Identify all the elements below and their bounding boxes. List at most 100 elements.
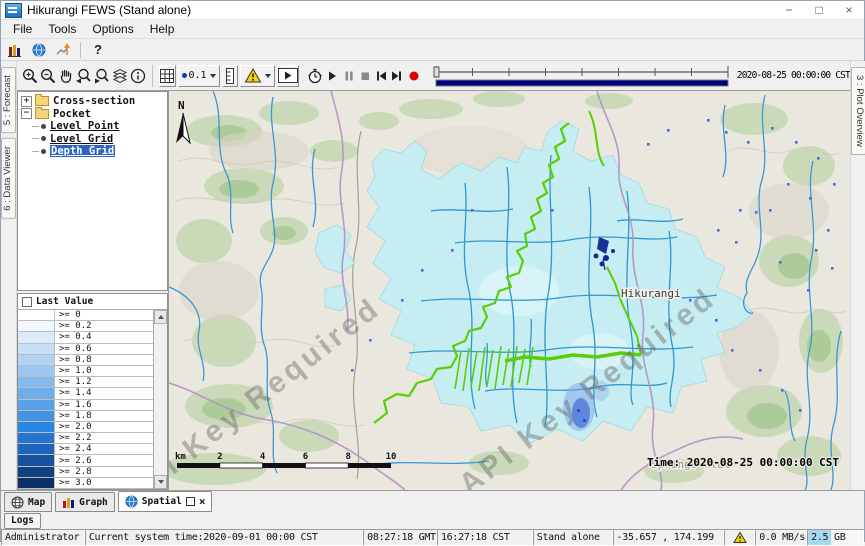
status-warning-cell[interactable] [724, 529, 755, 546]
status-bar: Administrator Current system time:2020-0… [1, 529, 864, 546]
window-title: Hikurangi FEWS (Stand alone) [27, 3, 191, 17]
grid-display-button[interactable] [159, 65, 176, 87]
close-button[interactable]: × [834, 1, 864, 19]
menu-file[interactable]: File [5, 22, 40, 36]
scale-tick: 4 [260, 452, 266, 462]
animation-button[interactable] [277, 65, 299, 87]
map-toolbar: 0.1 [17, 61, 850, 91]
bottom-tab-bar: Map Graph Spatial [1, 490, 864, 512]
tab-data-viewer[interactable]: 6 : Data Viewer [1, 138, 16, 219]
legend-row-label: >= 0 [55, 310, 81, 320]
legend-row: >= 2.2 [18, 433, 154, 444]
title-bar: Hikurangi FEWS (Stand alone) − □ × [1, 1, 864, 20]
logs-row: Logs [1, 512, 864, 529]
tab-close-icon[interactable] [199, 497, 206, 507]
legend-header: Last Value [18, 294, 167, 309]
legend-row-label: >= 2.4 [55, 444, 92, 454]
last-value-checkbox[interactable] [22, 297, 32, 307]
tab-spatial[interactable]: Spatial [118, 491, 213, 512]
legend-swatch [18, 400, 55, 410]
tab-map[interactable]: Map [4, 492, 52, 512]
graph-bars-icon [62, 496, 75, 509]
bullet-icon [41, 149, 46, 154]
expand-icon[interactable] [21, 96, 32, 107]
zoom-next-icon[interactable] [93, 64, 111, 88]
zoom-out-icon[interactable] [39, 64, 57, 88]
tree-item-depth-grid[interactable]: Depth Grid [18, 145, 167, 158]
logs-button[interactable]: Logs [4, 513, 41, 529]
map-globe-icon [11, 496, 24, 509]
tab-forecast[interactable]: 5 : Forecast [1, 67, 16, 133]
layers-icon[interactable] [111, 64, 129, 88]
pause-icon[interactable] [341, 64, 357, 88]
legend-row-label: >= 1.8 [55, 411, 92, 421]
left-tab-strip: 5 : Forecast 6 : Data Viewer [1, 61, 17, 490]
town-label: Hikurangi [621, 287, 681, 300]
legend-title: Last Value [36, 296, 93, 307]
tab-graph[interactable]: Graph [55, 492, 115, 512]
help-icon[interactable]: ? [86, 40, 110, 60]
tree-item-label: Level Grid [50, 133, 113, 145]
menu-options[interactable]: Options [84, 22, 141, 36]
tab-restore-icon[interactable] [186, 497, 195, 506]
map-viewport[interactable]: API Key Required API Key Required Hikura… [169, 91, 850, 490]
status-download-speed: 0.0 MB/s [755, 529, 807, 546]
record-icon[interactable] [406, 64, 422, 88]
tree-item-level-point[interactable]: Level Point [18, 120, 167, 133]
maximize-button[interactable]: □ [804, 1, 834, 19]
status-gmt-time: 08:27:18 GMT [363, 529, 437, 546]
status-mode: Stand alone [533, 529, 613, 546]
legend-ruler-button[interactable] [222, 65, 239, 87]
scale-tick: 6 [303, 452, 308, 462]
scroll-down-icon[interactable] [154, 475, 167, 489]
folder-icon [35, 96, 49, 106]
spatial-globe-icon [125, 495, 138, 508]
legend-swatch [18, 332, 55, 342]
legend-scrollbar[interactable] [153, 310, 167, 489]
tab-plot-overview[interactable]: 3 : Plot Overview [851, 67, 865, 155]
legend-row: >= 1.2 [18, 377, 154, 388]
chart-export-icon[interactable] [51, 40, 75, 60]
left-panel: Cross-section Pocket Level Point [17, 91, 169, 490]
legend-swatch [18, 455, 55, 465]
time-slider[interactable] [432, 63, 732, 89]
tree-item-pocket[interactable]: Pocket [18, 108, 167, 121]
legend-swatch [18, 444, 55, 454]
skip-to-end-icon[interactable] [389, 64, 405, 88]
contour-interval-dropdown[interactable]: 0.1 [178, 65, 220, 87]
menu-bar: File Tools Options Help [1, 20, 864, 39]
play-icon[interactable] [324, 64, 340, 88]
legend-row: >= 0.2 [18, 321, 154, 332]
warning-dropdown[interactable] [240, 65, 275, 87]
legend-swatch [18, 321, 55, 331]
right-tab-strip: 3 : Plot Overview [850, 61, 865, 490]
tree-connector [32, 138, 39, 139]
tree-item-cross-section[interactable]: Cross-section [18, 95, 167, 108]
menu-help[interactable]: Help [142, 22, 183, 36]
timer-icon[interactable] [306, 64, 324, 88]
scale-unit: km [175, 452, 186, 462]
zoom-in-icon[interactable] [21, 64, 39, 88]
legend-row: >= 0.4 [18, 332, 154, 343]
globe-icon[interactable] [27, 40, 51, 60]
database-icon[interactable] [3, 40, 27, 60]
legend-swatch [18, 433, 55, 443]
stop-icon[interactable] [357, 64, 373, 88]
info-icon[interactable] [129, 64, 147, 88]
scroll-up-icon[interactable] [154, 310, 167, 324]
skip-to-start-icon[interactable] [373, 64, 389, 88]
legend-row: >= 1.4 [18, 388, 154, 399]
menu-tools[interactable]: Tools [40, 22, 84, 36]
legend-row-label: >= 2.6 [55, 455, 92, 465]
interval-value: 0.1 [189, 70, 207, 81]
scale-tick: 10 [386, 452, 397, 462]
collapse-icon[interactable] [21, 108, 32, 119]
minimize-button[interactable]: − [774, 1, 804, 19]
pan-hand-icon[interactable] [57, 64, 75, 88]
legend-swatch [18, 467, 55, 477]
toolbar-separator [80, 42, 81, 58]
tree-item-level-grid[interactable]: Level Grid [18, 133, 167, 146]
warning-icon [733, 531, 747, 544]
status-local-time: 16:27:18 CST [437, 529, 533, 546]
zoom-previous-icon[interactable] [75, 64, 93, 88]
